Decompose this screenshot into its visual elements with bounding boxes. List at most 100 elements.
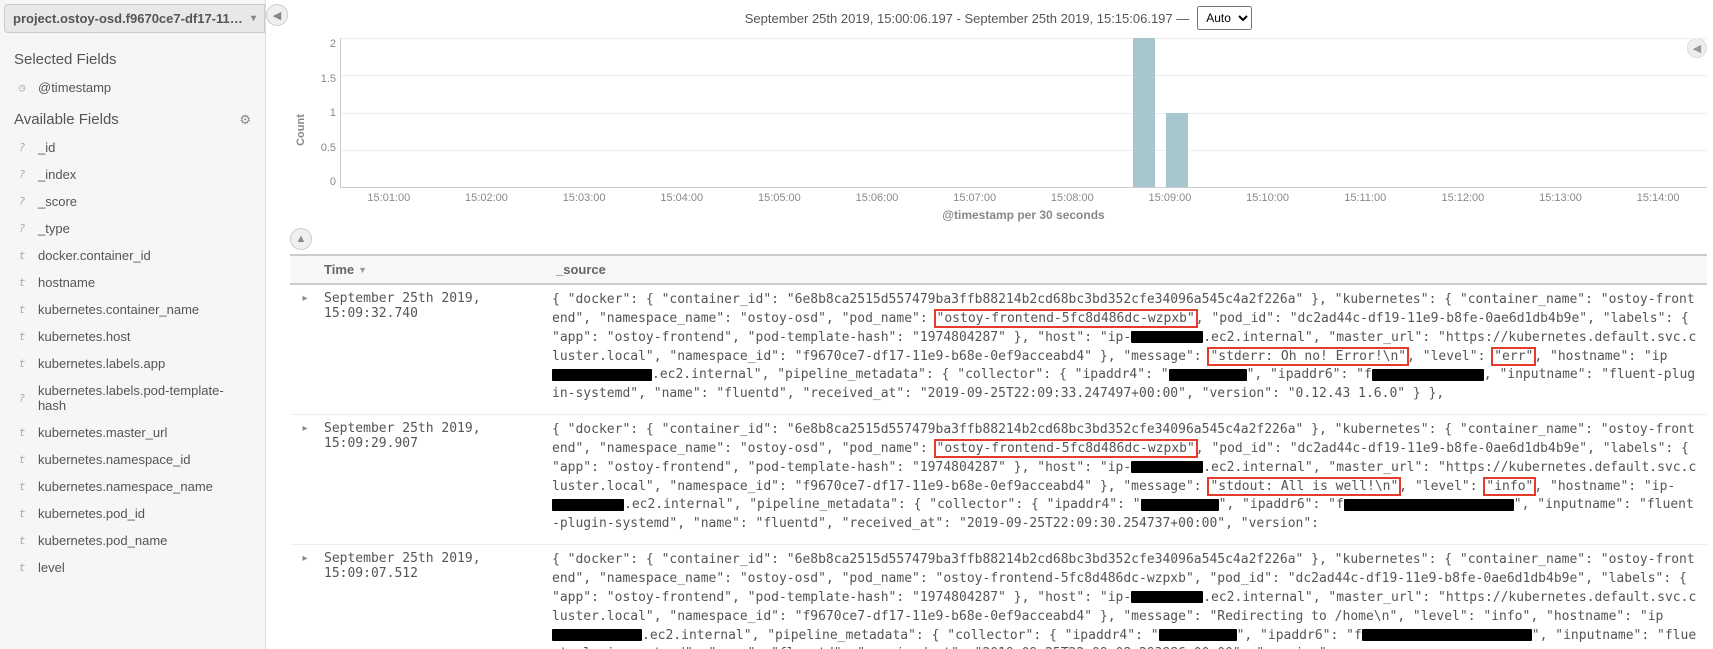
row-time: September 25th 2019, 15:09:32.740: [320, 291, 552, 404]
histogram-bar[interactable]: [1133, 38, 1155, 187]
field-name: docker.container_id: [38, 248, 151, 263]
redacted-text: [1372, 369, 1484, 381]
row-source: { "docker": { "container_id": "6e8b8ca25…: [552, 421, 1707, 534]
collapse-sidebar-button[interactable]: ◀: [266, 4, 288, 26]
field-item[interactable]: t kubernetes.container_name: [0, 296, 265, 323]
caret-down-icon: ▾: [251, 13, 256, 24]
text-type-icon: t: [14, 276, 30, 289]
field-item[interactable]: ? _index: [0, 161, 265, 188]
chart-y-ticks: 21.510.50: [312, 38, 340, 188]
text-type-icon: t: [14, 507, 30, 520]
redacted-text: [1141, 499, 1219, 511]
column-time-header[interactable]: Time▼: [320, 256, 552, 283]
text-type-icon: t: [14, 303, 30, 316]
field-item[interactable]: ◷ @timestamp: [0, 74, 265, 101]
highlighted-value: "ostoy-frontend-5fc8d486dc-wzpxb": [936, 441, 1196, 456]
interval-select[interactable]: Auto: [1197, 6, 1252, 30]
selected-fields-heading: Selected Fields: [0, 41, 265, 74]
text-type-icon: t: [14, 426, 30, 439]
field-item[interactable]: t kubernetes.labels.app: [0, 350, 265, 377]
gear-icon[interactable]: ⚙: [239, 112, 251, 128]
chart-x-ticks: 15:01:0015:02:0015:03:0015:04:0015:05:00…: [340, 188, 1707, 204]
field-item[interactable]: t kubernetes.master_url: [0, 419, 265, 446]
unknown-type-icon: ?: [14, 168, 30, 181]
highlighted-value: "stderr: Oh no! Error!\n": [1209, 349, 1407, 364]
unknown-type-icon: ?: [14, 222, 30, 235]
field-name: kubernetes.container_name: [38, 302, 199, 317]
field-name: _index: [38, 167, 76, 182]
highlighted-value: "err": [1493, 349, 1534, 364]
index-pattern-selector[interactable]: project.ostoy-osd.f9670ce7-df17-11e9-b68…: [4, 4, 265, 33]
histogram-chart: Count ◀ 21.510.50 15:01:0015:02:0015:03:…: [290, 38, 1707, 222]
expand-row-toggle[interactable]: ▸: [290, 551, 320, 649]
redacted-text: [1131, 331, 1203, 343]
chart-plot-area[interactable]: [340, 38, 1707, 188]
field-item[interactable]: t docker.container_id: [0, 242, 265, 269]
field-name: kubernetes.pod_name: [38, 533, 167, 548]
text-type-icon: t: [14, 330, 30, 343]
field-item[interactable]: ? kubernetes.labels.pod-template-hash: [0, 377, 265, 419]
doc-table-header: Time▼ _source: [290, 254, 1707, 285]
field-name: level: [38, 560, 65, 575]
text-type-icon: t: [14, 249, 30, 262]
redacted-text: [552, 499, 624, 511]
index-pattern-name: project.ostoy-osd.f9670ce7-df17-11e9-b68…: [13, 11, 247, 26]
field-item[interactable]: t kubernetes.pod_name: [0, 527, 265, 554]
sort-desc-icon: ▼: [358, 265, 367, 275]
unknown-type-icon: ?: [14, 195, 30, 208]
unknown-type-icon: ?: [14, 392, 30, 405]
expand-row-toggle[interactable]: ▸: [290, 291, 320, 404]
expand-row-toggle[interactable]: ▸: [290, 421, 320, 534]
field-item[interactable]: t kubernetes.namespace_id: [0, 446, 265, 473]
fields-sidebar: project.ostoy-osd.f9670ce7-df17-11e9-b68…: [0, 0, 266, 649]
chart-y-axis-label: Count: [290, 38, 312, 222]
histogram-bar[interactable]: [1166, 113, 1188, 188]
field-item[interactable]: ? _score: [0, 188, 265, 215]
redacted-text: [1159, 629, 1237, 641]
redacted-text: [1131, 461, 1203, 473]
field-name: kubernetes.pod_id: [38, 506, 145, 521]
clock-icon: ◷: [14, 81, 30, 94]
field-item[interactable]: ?_type: [0, 215, 265, 242]
column-source-header[interactable]: _source: [552, 256, 1707, 283]
collapse-chart-button[interactable]: ▲: [290, 228, 312, 250]
field-name: kubernetes.labels.pod-template-hash: [38, 383, 251, 413]
field-item[interactable]: ? _id: [0, 134, 265, 161]
available-fields-heading: Available Fields ⚙: [0, 101, 265, 134]
redacted-text: [1362, 629, 1532, 641]
highlighted-value: "ostoy-frontend-5fc8d486dc-wzpxb": [936, 311, 1196, 326]
table-row: ▸September 25th 2019, 15:09:32.740{ "doc…: [290, 285, 1707, 415]
redacted-text: [1344, 499, 1514, 511]
text-type-icon: t: [14, 561, 30, 574]
redacted-text: [552, 369, 652, 381]
field-name: kubernetes.namespace_id: [38, 452, 191, 467]
field-item[interactable]: tlevel: [0, 554, 265, 581]
field-name: _id: [38, 140, 55, 155]
field-name: kubernetes.master_url: [38, 425, 167, 440]
table-row: ▸September 25th 2019, 15:09:29.907{ "doc…: [290, 415, 1707, 545]
field-item[interactable]: t kubernetes.host: [0, 323, 265, 350]
field-name: @timestamp: [38, 80, 111, 95]
field-name: kubernetes.host: [38, 329, 131, 344]
highlighted-value: "info": [1485, 479, 1534, 494]
highlighted-value: "stdout: All is well!\n": [1209, 479, 1399, 494]
row-source: { "docker": { "container_id": "6e8b8ca25…: [552, 551, 1707, 649]
field-item[interactable]: t hostname: [0, 269, 265, 296]
field-name: _score: [38, 194, 77, 209]
text-type-icon: t: [14, 534, 30, 547]
field-item[interactable]: t kubernetes.pod_id: [0, 500, 265, 527]
time-range-text: September 25th 2019, 15:00:06.197 - Sept…: [745, 11, 1190, 26]
redacted-text: [1169, 369, 1247, 381]
field-name: hostname: [38, 275, 95, 290]
text-type-icon: t: [14, 453, 30, 466]
text-type-icon: t: [14, 357, 30, 370]
table-row: ▸September 25th 2019, 15:09:07.512{ "doc…: [290, 545, 1707, 649]
main-panel: September 25th 2019, 15:00:06.197 - Sept…: [266, 0, 1713, 649]
field-item[interactable]: tkubernetes.namespace_name: [0, 473, 265, 500]
row-time: September 25th 2019, 15:09:07.512: [320, 551, 552, 649]
text-type-icon: t: [14, 480, 30, 493]
field-name: kubernetes.labels.app: [38, 356, 165, 371]
unknown-type-icon: ?: [14, 141, 30, 154]
chart-x-axis-label: @timestamp per 30 seconds: [340, 208, 1707, 222]
redacted-text: [552, 629, 642, 641]
